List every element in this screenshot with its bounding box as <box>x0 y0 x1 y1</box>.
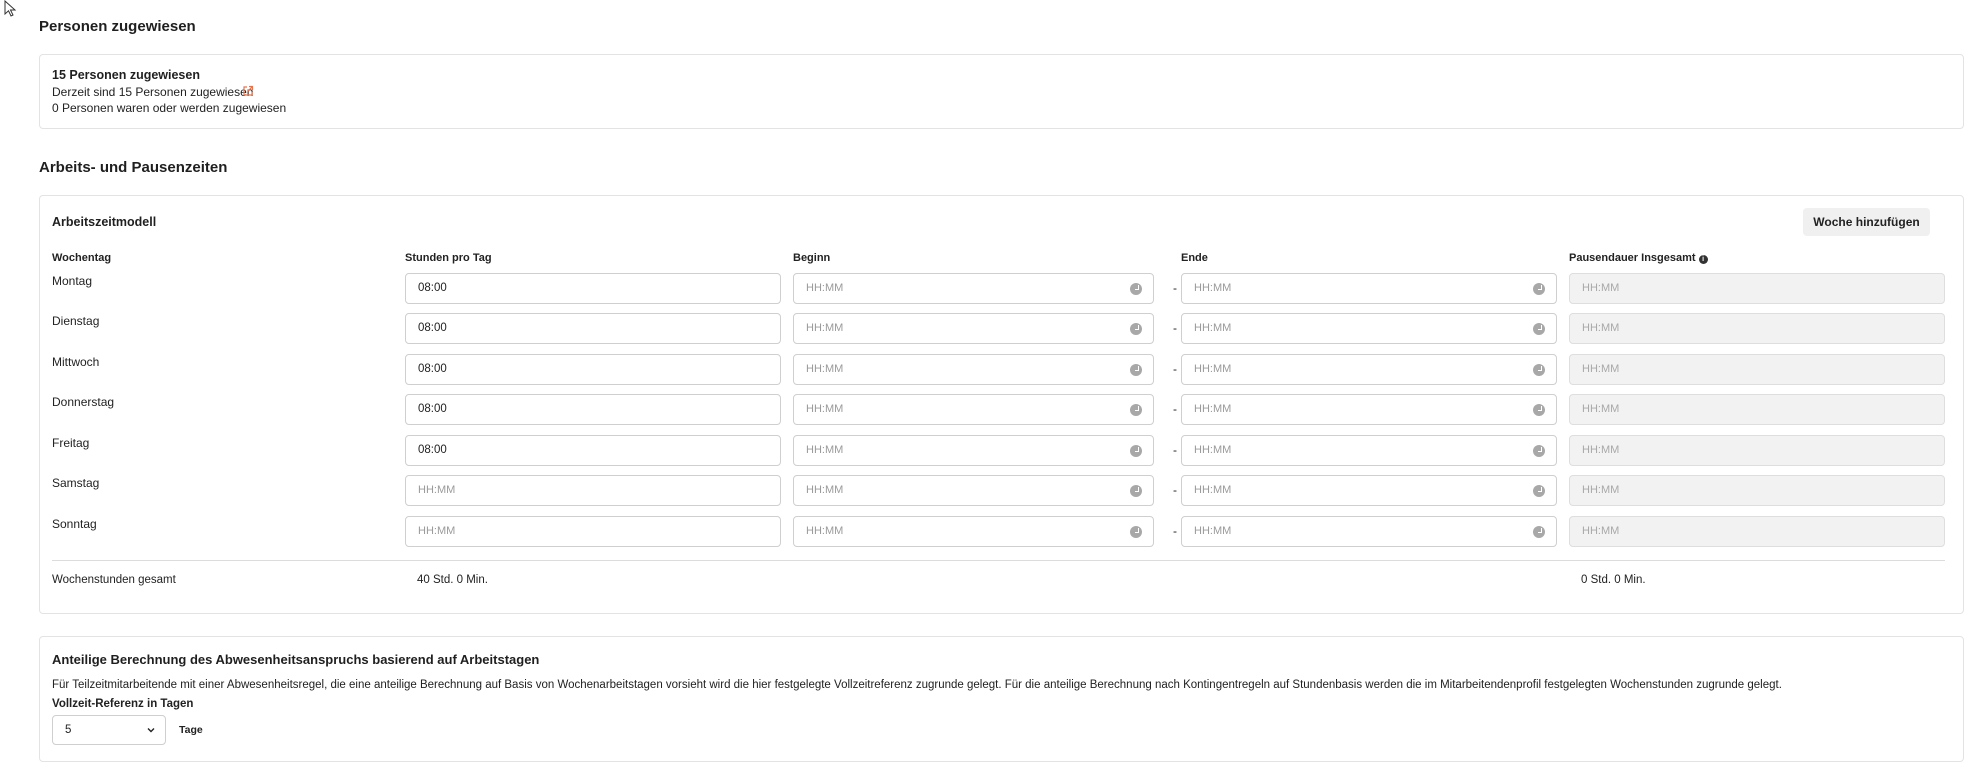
hours-per-day-input[interactable]: 08:00 <box>405 273 781 304</box>
work-model-title: Arbeitszeitmodell <box>52 215 157 229</box>
column-header-hours: Stunden pro Tag <box>405 252 492 264</box>
external-link-icon[interactable] <box>242 85 254 97</box>
fulltime-reference-select[interactable]: 5 <box>52 715 166 745</box>
begin-time-input[interactable]: HH:MM <box>793 516 1154 547</box>
weekday-label: Samstag <box>52 476 100 490</box>
clock-icon <box>1130 404 1142 416</box>
hours-per-day-input[interactable]: 08:00 <box>405 354 781 385</box>
clock-icon <box>1533 323 1545 335</box>
weekday-label: Montag <box>52 274 93 288</box>
hours-per-day-input[interactable]: HH:MM <box>405 475 781 506</box>
weekday-label: Dienstag <box>52 314 100 328</box>
chevron-down-icon <box>147 728 155 733</box>
begin-time-placeholder: HH:MM <box>806 484 844 496</box>
begin-time-input[interactable]: HH:MM <box>793 354 1154 385</box>
end-time-placeholder: HH:MM <box>1194 282 1232 294</box>
range-separator: - <box>1173 524 1177 538</box>
hours-per-day-input[interactable]: 08:00 <box>405 313 781 344</box>
clock-icon <box>1130 323 1142 335</box>
end-time-input[interactable]: HH:MM <box>1181 394 1557 425</box>
clock-icon <box>1130 445 1142 457</box>
begin-time-placeholder: HH:MM <box>806 403 844 415</box>
assigned-card: 15 Personen zugewiesen Derzeit sind 15 P… <box>39 54 1964 129</box>
begin-time-input[interactable]: HH:MM <box>793 394 1154 425</box>
begin-time-placeholder: HH:MM <box>806 322 844 334</box>
end-time-placeholder: HH:MM <box>1194 444 1232 456</box>
end-time-input[interactable]: HH:MM <box>1181 354 1557 385</box>
break-duration-input: HH:MM <box>1569 475 1945 506</box>
column-header-weekday: Wochentag <box>52 252 112 264</box>
break-duration-input: HH:MM <box>1569 354 1945 385</box>
range-separator: - <box>1173 321 1177 335</box>
range-separator: - <box>1173 483 1177 497</box>
clock-icon <box>1130 364 1142 376</box>
info-icon[interactable]: i <box>1698 255 1708 264</box>
end-time-placeholder: HH:MM <box>1194 403 1232 415</box>
break-duration-input: HH:MM <box>1569 516 1945 547</box>
column-header-begin: Beginn <box>793 252 831 264</box>
range-separator: - <box>1173 402 1177 416</box>
range-separator: - <box>1173 443 1177 457</box>
weekday-label: Freitag <box>52 436 90 450</box>
mouse-pointer-icon <box>4 0 17 17</box>
weekly-breaks-total-value: 0 Std. 0 Min. <box>1581 574 1646 586</box>
end-time-placeholder: HH:MM <box>1194 525 1232 537</box>
totals-divider <box>52 560 1945 561</box>
clock-icon <box>1130 526 1142 538</box>
break-duration-input: HH:MM <box>1569 313 1945 344</box>
absence-calculation-title: Anteilige Berechnung des Abwesenheitsans… <box>52 652 540 667</box>
assigned-past-future-text: 0 Personen waren oder werden zugewiesen <box>52 101 287 115</box>
begin-time-placeholder: HH:MM <box>806 525 844 537</box>
absence-calculation-card: Anteilige Berechnung des Abwesenheitsans… <box>39 636 1964 762</box>
end-time-placeholder: HH:MM <box>1194 484 1232 496</box>
fulltime-reference-value: 5 <box>65 724 72 736</box>
begin-time-placeholder: HH:MM <box>806 282 844 294</box>
weekly-hours-total-value: 40 Std. 0 Min. <box>417 574 488 586</box>
fulltime-reference-label: Vollzeit-Referenz in Tagen <box>52 698 194 710</box>
break-duration-input: HH:MM <box>1569 394 1945 425</box>
break-duration-input: HH:MM <box>1569 273 1945 304</box>
hours-per-day-input[interactable]: HH:MM <box>405 516 781 547</box>
begin-time-placeholder: HH:MM <box>806 444 844 456</box>
clock-icon <box>1533 404 1545 416</box>
assigned-card-title: 15 Personen zugewiesen <box>52 68 200 82</box>
begin-time-placeholder: HH:MM <box>806 363 844 375</box>
clock-icon <box>1130 283 1142 295</box>
section-title-work-times: Arbeits- und Pausenzeiten <box>39 159 228 176</box>
clock-icon <box>1533 526 1545 538</box>
column-header-break-total: Pausendauer Insgesamt i <box>1569 252 1708 264</box>
break-duration-input: HH:MM <box>1569 435 1945 466</box>
begin-time-input[interactable]: HH:MM <box>793 475 1154 506</box>
end-time-input[interactable]: HH:MM <box>1181 516 1557 547</box>
clock-icon <box>1533 364 1545 376</box>
weekday-label: Donnerstag <box>52 395 115 409</box>
end-time-input[interactable]: HH:MM <box>1181 475 1557 506</box>
begin-time-input[interactable]: HH:MM <box>793 273 1154 304</box>
weekday-label: Mittwoch <box>52 355 100 369</box>
begin-time-input[interactable]: HH:MM <box>793 313 1154 344</box>
column-header-break-total-label: Pausendauer Insgesamt <box>1569 252 1696 264</box>
section-title-assigned: Personen zugewiesen <box>39 18 196 35</box>
hours-per-day-input[interactable]: 08:00 <box>405 435 781 466</box>
weekly-hours-total-label: Wochenstunden gesamt <box>52 574 176 586</box>
clock-icon <box>1533 283 1545 295</box>
begin-time-input[interactable]: HH:MM <box>793 435 1154 466</box>
end-time-input[interactable]: HH:MM <box>1181 273 1557 304</box>
clock-icon <box>1533 445 1545 457</box>
range-separator: - <box>1173 281 1177 295</box>
fulltime-reference-unit: Tage <box>179 724 203 736</box>
clock-icon <box>1533 485 1545 497</box>
column-header-end: Ende <box>1181 252 1208 264</box>
add-week-button[interactable]: Woche hinzufügen <box>1803 208 1930 236</box>
end-time-input[interactable]: HH:MM <box>1181 435 1557 466</box>
end-time-input[interactable]: HH:MM <box>1181 313 1557 344</box>
hours-per-day-input[interactable]: 08:00 <box>405 394 781 425</box>
weekday-label: Sonntag <box>52 517 97 531</box>
end-time-placeholder: HH:MM <box>1194 322 1232 334</box>
range-separator: - <box>1173 362 1177 376</box>
end-time-placeholder: HH:MM <box>1194 363 1232 375</box>
absence-calculation-description: Für Teilzeitmitarbeitende mit einer Abwe… <box>52 679 1782 691</box>
assigned-current-text: Derzeit sind 15 Personen zugewiesen <box>52 85 254 99</box>
clock-icon <box>1130 485 1142 497</box>
